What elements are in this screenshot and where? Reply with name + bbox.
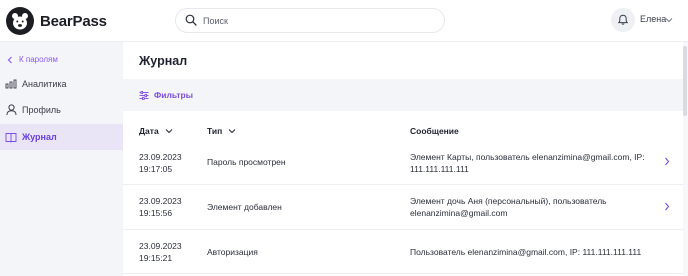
user-menu-name[interactable]: Елена [640, 14, 666, 24]
back-label: К паролям [19, 55, 58, 64]
chevron-down-icon[interactable] [665, 15, 673, 25]
column-header-label: Тип [207, 126, 223, 136]
row-type: Пароль просмотрен [207, 157, 286, 167]
row-message-line: Элемент дочь Аня (персональный), пользов… [410, 196, 607, 206]
sidebar-item-label: Журнал [22, 132, 57, 142]
sidebar-item-profile[interactable]: Профиль [0, 97, 123, 123]
row-date: 23.09.2023 19:17:05 [139, 152, 182, 175]
filters-label: Фильтры [154, 90, 193, 100]
filter-bar: Фильтры [123, 79, 683, 111]
app-name: BearPass [40, 12, 107, 30]
sidebar: К паролям Аналитика Профиль Журнал [0, 42, 123, 276]
filters-button[interactable]: Фильтры [139, 90, 193, 100]
sidebar-item-journal[interactable]: Журнал [0, 124, 123, 150]
chevron-left-icon [7, 56, 12, 63]
row-message-line: Элемент Карты, пользователь elenanzimina… [410, 152, 645, 162]
chevron-down-icon [228, 129, 236, 134]
user-icon [5, 104, 17, 116]
search-box[interactable] [175, 8, 445, 33]
row-date: 23.09.2023 19:15:56 [139, 196, 182, 219]
table-row[interactable]: 23.09.2023 19:15:56 Элемент добавлен Эле… [123, 185, 683, 230]
row-type: Элемент добавлен [207, 202, 282, 212]
chevron-right-icon[interactable] [664, 157, 670, 168]
row-message: Пользователь elenanzimina@gmail.com, IP:… [410, 247, 641, 259]
search-icon [185, 14, 197, 28]
column-header-type[interactable]: Тип [207, 126, 236, 136]
top-header: BearPass Елена [0, 0, 688, 42]
back-to-passwords-link[interactable]: К паролям [7, 55, 58, 64]
table-row[interactable]: 23.09.2023 19:15:21 Авторизация Пользова… [123, 230, 683, 274]
filter-sliders-icon [139, 90, 149, 100]
main-content: Журнал Фильтры Дата Тип Сообщение 23.09.… [123, 42, 683, 276]
row-time-value: 19:17:05 [139, 163, 173, 174]
notifications-button[interactable] [611, 8, 635, 32]
book-icon [5, 131, 17, 143]
sidebar-item-label: Аналитика [22, 79, 67, 89]
column-header-label: Сообщение [410, 126, 459, 136]
sidebar-item-analytics[interactable]: Аналитика [0, 71, 123, 97]
row-message: Элемент дочь Аня (персональный), пользов… [410, 196, 607, 219]
row-date-value: 23.09.2023 [139, 152, 182, 162]
row-date-value: 23.09.2023 [139, 196, 182, 206]
column-header-message: Сообщение [410, 126, 459, 136]
scrollbar[interactable] [683, 42, 688, 276]
row-time-value: 19:15:21 [139, 252, 173, 263]
row-message-line: elenanzimina@gmail.com [410, 207, 508, 218]
chevron-down-icon [165, 129, 173, 134]
analytics-icon [5, 78, 17, 90]
row-date-value: 23.09.2023 [139, 241, 182, 251]
chevron-right-icon[interactable] [664, 202, 670, 213]
row-message-line: Пользователь elenanzimina@gmail.com, IP:… [410, 247, 642, 257]
column-header-date[interactable]: Дата [139, 126, 173, 136]
logo[interactable]: BearPass [6, 7, 107, 35]
row-message-line: 111.111.111.111 [410, 163, 469, 174]
bell-icon [617, 14, 629, 25]
column-header-label: Дата [139, 126, 159, 136]
row-message: Элемент Карты, пользователь elenanzimina… [410, 152, 645, 175]
bear-logo-icon [6, 7, 34, 35]
sidebar-item-label: Профиль [22, 105, 61, 115]
table-row[interactable]: 23.09.2023 19:17:05 Пароль просмотрен Эл… [123, 142, 683, 185]
row-date: 23.09.2023 19:15:21 [139, 241, 182, 264]
scrollbar-thumb[interactable] [683, 46, 687, 116]
page-title: Журнал [139, 54, 188, 68]
row-type: Авторизация [207, 247, 258, 257]
search-input[interactable] [203, 13, 433, 29]
row-time-value: 19:15:56 [139, 207, 173, 218]
